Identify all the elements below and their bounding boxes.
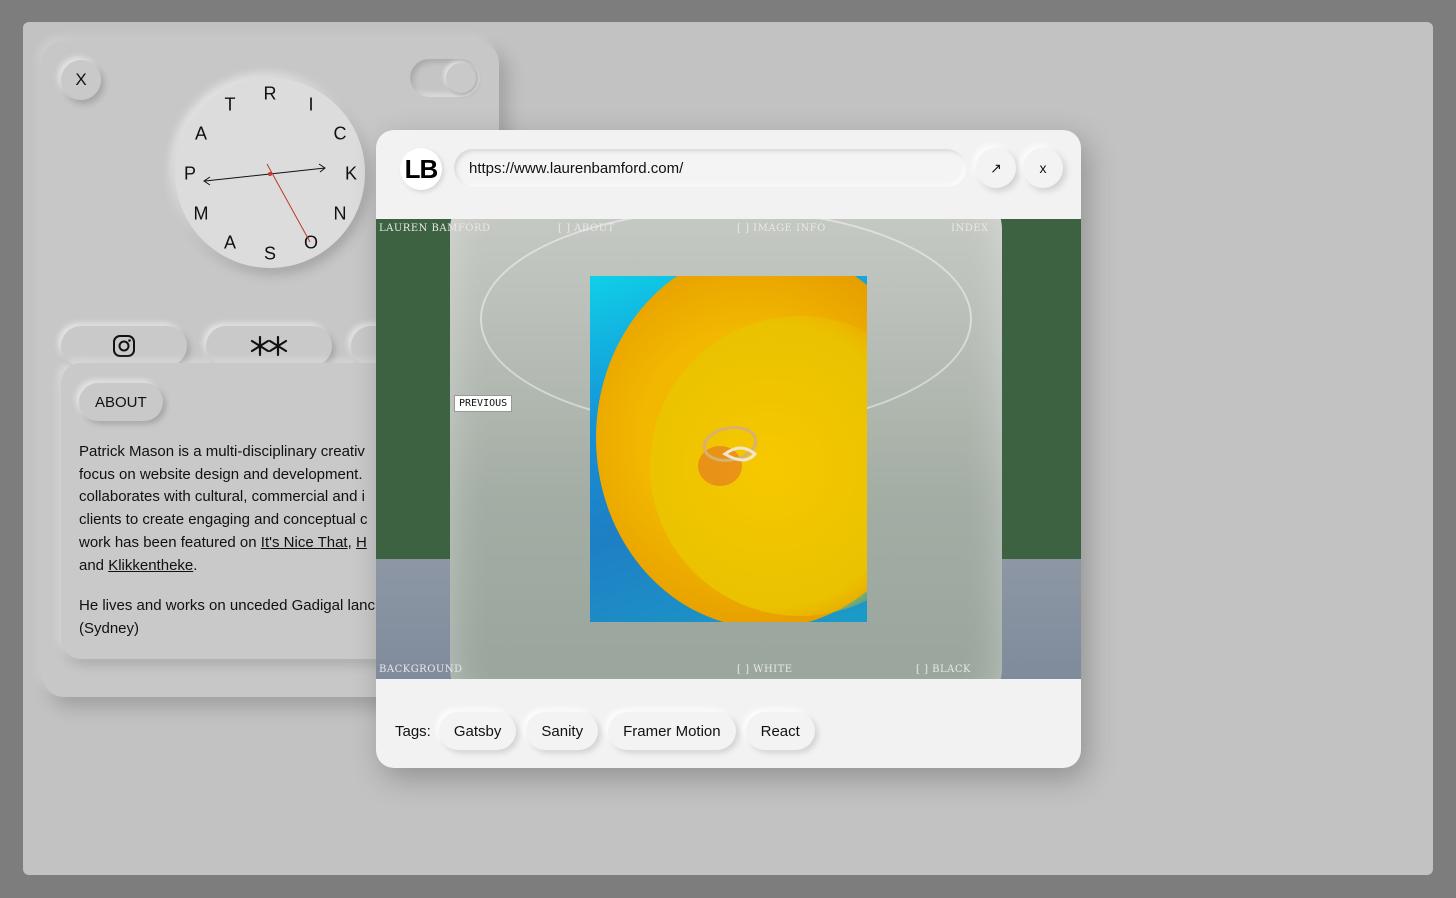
project-url-field[interactable]: https://www.laurenbamford.com/ (454, 149, 966, 187)
site-nav-index[interactable]: INDEX (951, 223, 989, 234)
site-background-label: BACKGROUND (379, 664, 463, 675)
about-line: (Sydney) (79, 619, 140, 637)
project-logo: LB (400, 148, 442, 190)
arrow-up-right-icon: ↗ (990, 159, 1002, 176)
link-separator: , (347, 533, 356, 551)
about-line: . (193, 556, 198, 574)
project-modal: LB https://www.laurenbamford.com/ ↗ x LA… (376, 130, 1081, 768)
double-star-icon (250, 335, 288, 357)
theme-toggle[interactable] (410, 59, 480, 97)
ring-image (698, 426, 758, 486)
about-line: clients to create engaging and conceptua… (79, 511, 368, 529)
project-photo (590, 276, 867, 622)
modal-close-button[interactable]: x (1023, 148, 1063, 188)
tag-react[interactable]: React (745, 712, 815, 750)
instagram-button[interactable] (61, 326, 187, 366)
stars-link-button[interactable] (206, 326, 332, 366)
site-nav-image-info[interactable]: [ ] IMAGE INFO (737, 223, 826, 234)
toggle-knob (446, 63, 476, 93)
tags-row: Tags: Gatsby Sanity Framer Motion React (395, 712, 825, 750)
about-tab[interactable]: ABOUT (79, 383, 163, 421)
open-external-button[interactable]: ↗ (976, 148, 1016, 188)
tags-label: Tags: (395, 722, 431, 740)
site-previous-button[interactable]: PREVIOUS (454, 395, 513, 412)
desktop-stage: X R I C K N O S A M P A T ABOUT Patrick … (23, 22, 1433, 875)
site-nav-about[interactable]: [ ] ABOUT (558, 223, 615, 234)
about-line: and (79, 556, 109, 574)
about-line: collaborates with cultural, commercial a… (79, 488, 365, 506)
tag-gatsby[interactable]: Gatsby (438, 712, 517, 750)
card-close-button[interactable]: X (61, 60, 101, 100)
about-line: work has been featured on (79, 533, 261, 551)
press-link[interactable]: H (356, 534, 367, 551)
about-line: focus on website design and development. (79, 465, 363, 483)
about-line: Patrick Mason is a multi-disciplinary cr… (79, 443, 365, 460)
site-black-option[interactable]: [ ] BLACK (916, 664, 971, 675)
its-nice-that-link[interactable]: It's Nice That (261, 534, 348, 551)
about-line: He lives and works on unceded Gadigal la… (79, 597, 376, 615)
site-brand: LAUREN BAMFORD (379, 223, 491, 234)
clock-hands (203, 163, 326, 243)
site-white-option[interactable]: [ ] WHITE (737, 664, 793, 675)
tag-framer-motion[interactable]: Framer Motion (608, 712, 736, 750)
tag-sanity[interactable]: Sanity (526, 712, 599, 750)
instagram-icon (113, 335, 135, 357)
name-clock: R I C K N O S A M P A T (175, 78, 365, 268)
website-preview: LAUREN BAMFORD [ ] ABOUT [ ] IMAGE INFO … (376, 219, 1081, 679)
klikkentheke-link[interactable]: Klikkentheke (108, 557, 193, 574)
